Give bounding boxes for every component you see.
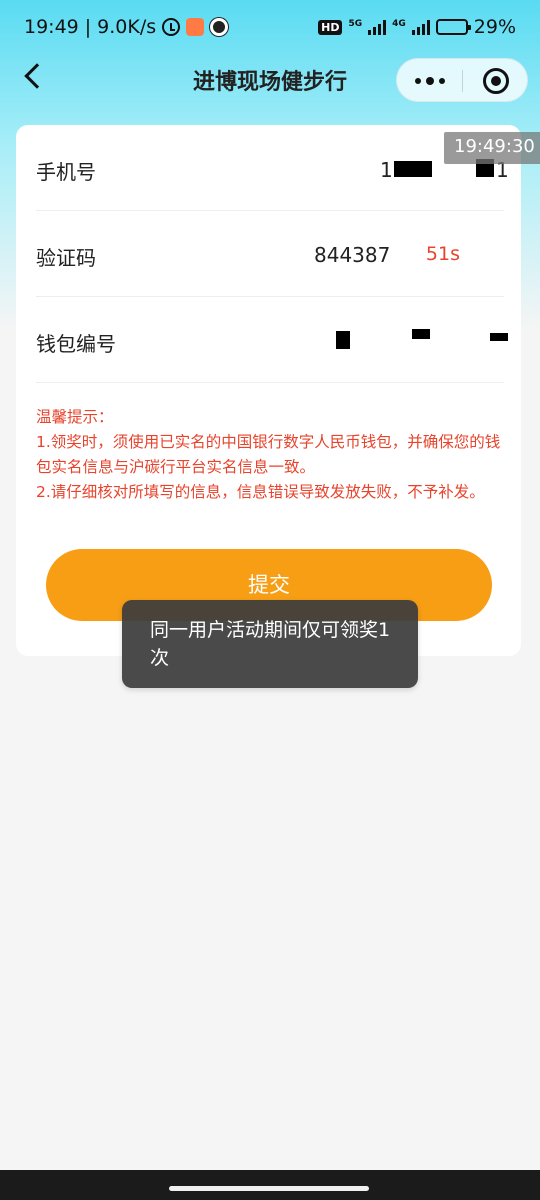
phone-row: 手机号 1 1 [36,125,509,211]
status-time: 19:49 [24,16,79,38]
capsule-divider [462,70,463,92]
alarm-icon [162,18,181,36]
form-card: 手机号 1 1 验证码 844387 51s 钱包编号 温馨提示： 1.领奖时，… [16,125,521,656]
network-4g-label: 4G [392,19,406,29]
miniprogram-capsule [396,58,528,102]
code-input[interactable]: 844387 [314,243,390,267]
toast-message: 同一用户活动期间仅可领奖1次 [122,600,418,688]
signal-4g-icon [411,19,430,35]
status-divider: | [84,16,92,38]
qq-icon [210,18,229,36]
app-notification-icon [186,18,205,36]
status-net-speed: 9.0K/s [97,16,157,38]
wallet-row: 钱包编号 [36,297,508,383]
phone-input[interactable] [36,125,504,211]
status-bar: 19:49 | 9.0K/s HD 5G 4G 29% [0,0,540,54]
tips-line-2: 2.请仔细核对所填写的信息，信息错误导致发放失败，不予补发。 [36,483,485,501]
battery-icon [435,19,471,35]
battery-percent: 29% [473,16,516,38]
tips-title: 温馨提示： [36,408,114,426]
more-options-icon[interactable] [411,72,449,90]
close-miniprogram-icon[interactable] [483,68,509,94]
tips-block: 温馨提示： 1.领奖时，须使用已实名的中国银行数字人民币钱包，并确保您的钱包实名… [36,405,506,505]
code-row: 验证码 844387 51s [36,211,504,297]
time-overlay: 19:49:30 [444,132,540,164]
code-label: 验证码 [36,246,96,270]
signal-5g-icon [368,19,387,35]
code-countdown: 51s [425,243,460,265]
home-gesture-bar[interactable] [169,1186,369,1191]
network-5g-label: 5G [348,19,363,29]
hd-icon: HD [318,19,343,35]
navigation-bar [0,1170,540,1200]
tips-line-1: 1.领奖时，须使用已实名的中国银行数字人民币钱包，并确保您的钱包实名信息与沪碳行… [36,433,501,476]
nav-bar: 进博现场健步行 [0,56,540,102]
wallet-input[interactable] [36,297,504,383]
